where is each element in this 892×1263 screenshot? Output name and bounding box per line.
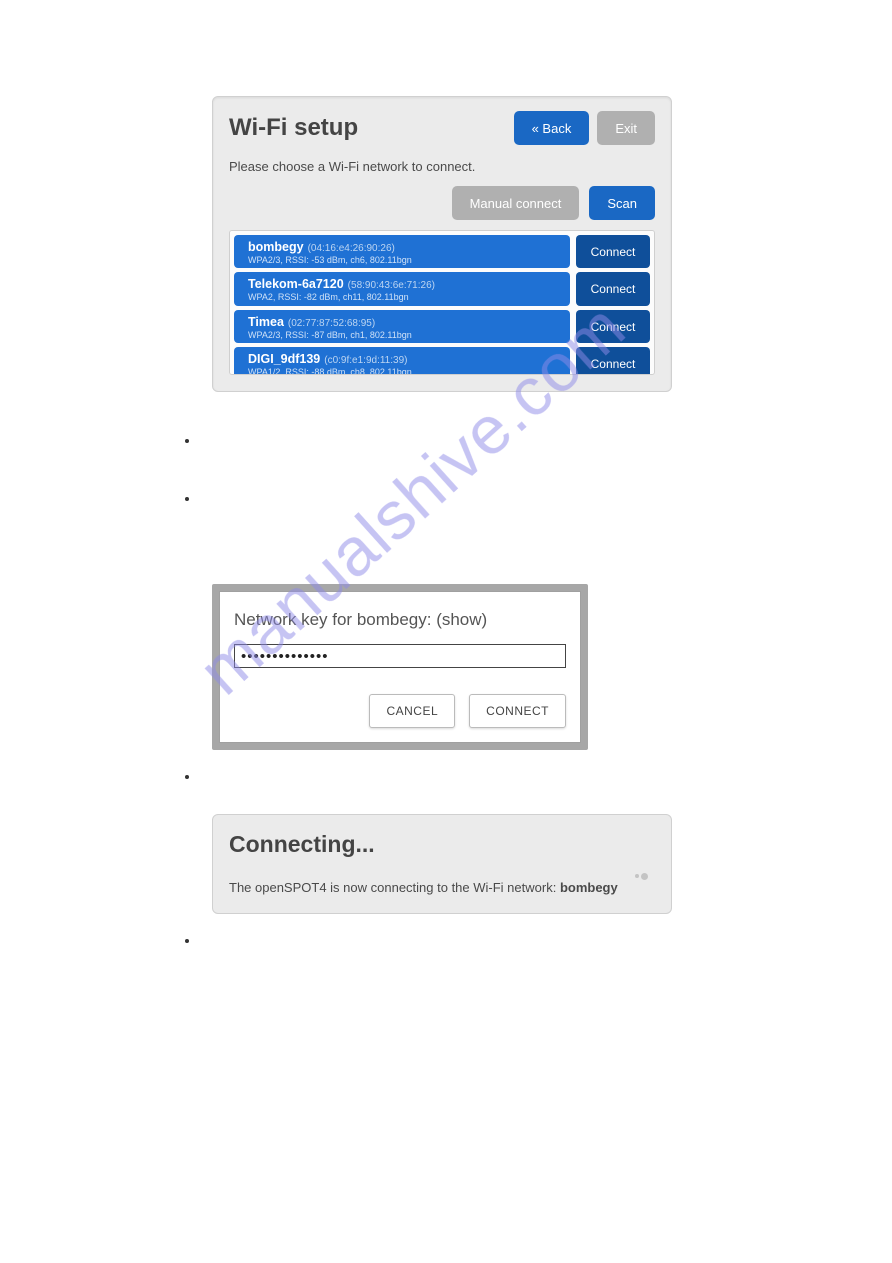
network-mac: (02:77:87:52:68:95): [288, 318, 375, 329]
network-row: DIGI_9df139 (c0:9f:e1:9d:11:39) WPA1/2, R…: [234, 347, 650, 375]
wifi-setup-title: Wi-Fi setup: [229, 114, 506, 142]
loading-spinner-icon: [635, 871, 649, 881]
network-mac: (04:16:e4:26:90:26): [308, 243, 395, 254]
network-info[interactable]: Timea (02:77:87:52:68:95) WPA2/3, RSSI: -…: [234, 310, 570, 343]
list-bullet: [200, 768, 720, 786]
list-bullet: [200, 432, 720, 450]
network-row: Timea (02:77:87:52:68:95) WPA2/3, RSSI: -…: [234, 310, 650, 343]
network-name: Timea: [248, 315, 284, 329]
exit-button[interactable]: Exit: [597, 111, 655, 145]
list-bullet: [200, 932, 720, 950]
network-name: DIGI_9df139: [248, 352, 320, 366]
network-name: bombegy: [248, 240, 304, 254]
network-connect-button[interactable]: Connect: [576, 235, 650, 268]
network-mac: (c0:9f:e1:9d:11:39): [324, 355, 407, 366]
connecting-text: The openSPOT4 is now connecting to the W…: [229, 880, 655, 895]
manual-connect-button[interactable]: Manual connect: [452, 186, 580, 220]
network-row: bombegy (04:16:e4:26:90:26) WPA2/3, RSSI:…: [234, 235, 650, 268]
dialog-connect-button[interactable]: CONNECT: [469, 694, 566, 728]
network-info[interactable]: bombegy (04:16:e4:26:90:26) WPA2/3, RSSI:…: [234, 235, 570, 268]
network-detail: WPA2, RSSI: -82 dBm, ch11, 802.11bgn: [248, 293, 560, 303]
network-detail: WPA2/3, RSSI: -87 dBm, ch1, 802.11bgn: [248, 331, 560, 341]
network-info[interactable]: DIGI_9df139 (c0:9f:e1:9d:11:39) WPA1/2, R…: [234, 347, 570, 375]
network-info[interactable]: Telekom-6a7120 (58:90:43:6e:71:26) WPA2, …: [234, 272, 570, 305]
network-detail: WPA2/3, RSSI: -53 dBm, ch6, 802.11bgn: [248, 256, 560, 266]
network-detail: WPA1/2, RSSI: -88 dBm, ch8, 802.11bgn: [248, 368, 560, 375]
wifi-setup-panel: Wi-Fi setup « Back Exit Please choose a …: [212, 96, 672, 392]
network-name: Telekom-6a7120: [248, 277, 344, 291]
password-dialog: Network key for bombegy: (show) CANCEL C…: [212, 584, 588, 750]
password-dialog-title: Network key for bombegy: (show): [234, 610, 566, 630]
network-key-input[interactable]: [234, 644, 566, 668]
dialog-cancel-button[interactable]: CANCEL: [369, 694, 455, 728]
network-list[interactable]: bombegy (04:16:e4:26:90:26) WPA2/3, RSSI:…: [229, 230, 655, 375]
scan-button[interactable]: Scan: [589, 186, 655, 220]
wifi-setup-subtitle: Please choose a Wi-Fi network to connect…: [229, 159, 655, 174]
network-connect-button[interactable]: Connect: [576, 310, 650, 343]
document-steps-list: Wi-Fi setup « Back Exit Please choose a …: [200, 108, 720, 990]
list-bullet: [200, 490, 720, 508]
network-row: Telekom-6a7120 (58:90:43:6e:71:26) WPA2, …: [234, 272, 650, 305]
network-connect-button[interactable]: Connect: [576, 347, 650, 375]
network-mac: (58:90:43:6e:71:26): [348, 280, 435, 291]
connecting-panel: Connecting... The openSPOT4 is now conne…: [212, 814, 672, 914]
connecting-title: Connecting...: [229, 831, 655, 858]
network-connect-button[interactable]: Connect: [576, 272, 650, 305]
back-button[interactable]: « Back: [514, 111, 590, 145]
